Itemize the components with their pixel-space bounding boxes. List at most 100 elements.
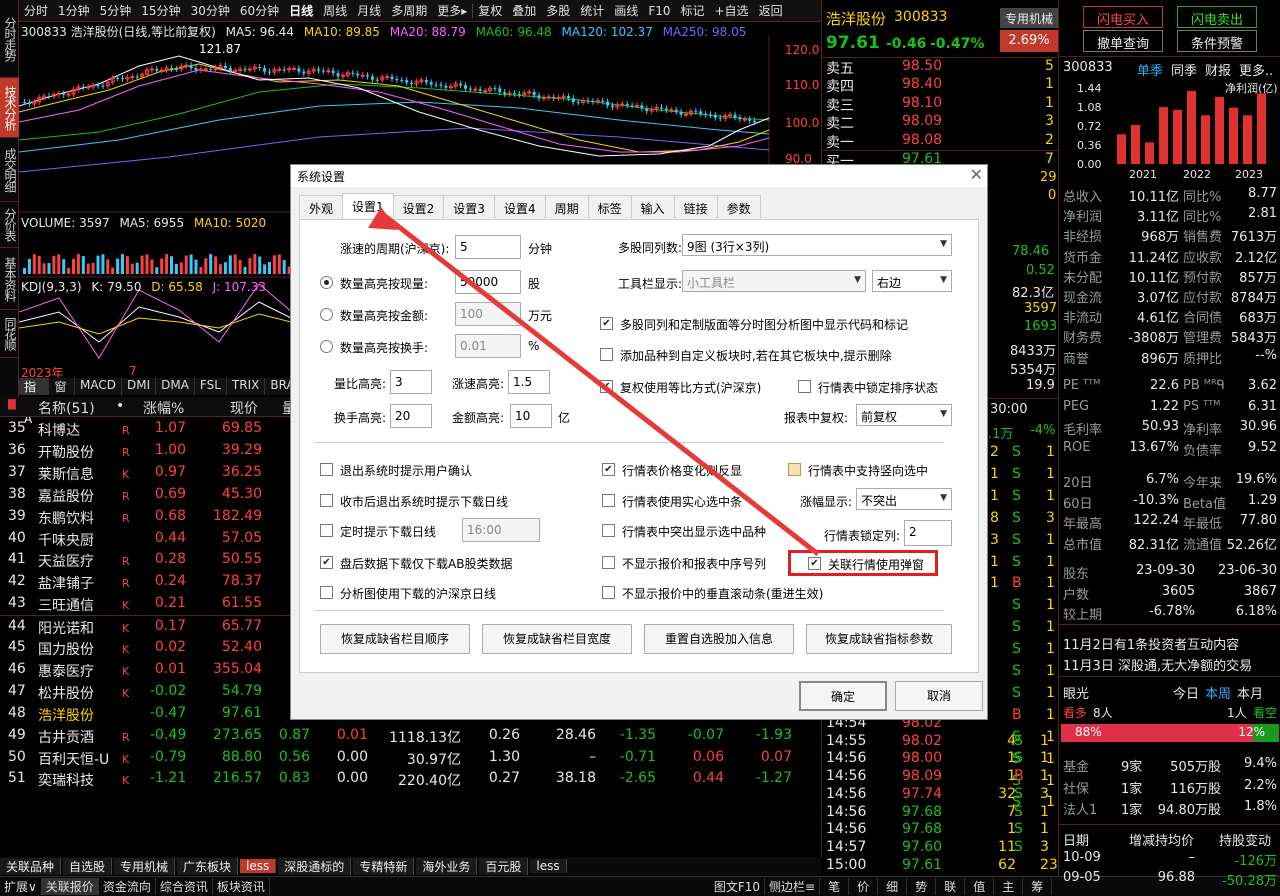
- news-2[interactable]: 11月3日 深股通,无大净额的交易: [1063, 655, 1252, 674]
- ask-level[interactable]: 卖四 98.40 1: [822, 76, 1059, 95]
- ask-level[interactable]: 卖三 98.10 1: [822, 95, 1059, 114]
- tb-5min[interactable]: 5分钟: [95, 2, 137, 19]
- st-sidebar[interactable]: 侧边栏≡: [765, 878, 821, 895]
- tb-monthly[interactable]: 月线: [352, 2, 386, 19]
- radio-by-turnover[interactable]: [320, 340, 333, 353]
- subtab-trix[interactable]: TRIX: [227, 378, 266, 395]
- st-related-quote[interactable]: 关联报价: [41, 878, 99, 895]
- tab-period[interactable]: 周期: [544, 195, 589, 218]
- col-price[interactable]: 现价: [230, 398, 258, 418]
- news-1[interactable]: 11月2日有1条投资者互动内容: [1063, 634, 1239, 653]
- subtab-fsl[interactable]: FSL: [195, 378, 227, 395]
- st-news[interactable]: 综合资讯: [156, 878, 213, 895]
- c4-checkbox[interactable]: [798, 380, 811, 393]
- ask-level[interactable]: 卖二 98.09 3: [822, 113, 1059, 132]
- st-shi[interactable]: 势: [907, 878, 937, 895]
- o4-checkbox[interactable]: ✔: [320, 556, 333, 569]
- st-zhi[interactable]: 值: [965, 878, 995, 895]
- table-row[interactable]: 50 百利天恒-U K -0.79 88.80 0.56 0.00 30.97亿 1.30 – -0…: [0, 747, 821, 769]
- vtab-price-table[interactable]: 分价表: [0, 202, 19, 248]
- vtab-ths[interactable]: 同花顺: [0, 310, 19, 358]
- btab-overseas[interactable]: 海外业务: [416, 857, 478, 875]
- radio-by-volume[interactable]: [320, 276, 333, 289]
- tab-settings1[interactable]: 设置1: [342, 193, 394, 218]
- n1-checkbox[interactable]: [788, 463, 801, 476]
- col-name[interactable]: 名称(51): [38, 398, 95, 418]
- btab-machinery[interactable]: 专用机械: [114, 857, 176, 875]
- tab-links[interactable]: 链接: [673, 195, 718, 218]
- tb-multi[interactable]: 多周期: [386, 2, 432, 19]
- reset-col-order-button[interactable]: 恢复成缺省栏目顺序: [320, 624, 470, 654]
- view-tab-today[interactable]: 今日: [1173, 683, 1199, 702]
- subtab-window[interactable]: 窗口: [49, 378, 75, 411]
- tab-settings2[interactable]: 设置2: [392, 195, 445, 218]
- o3-time-input[interactable]: 16:00: [462, 518, 540, 542]
- c2-checkbox[interactable]: [600, 348, 613, 361]
- st-bi[interactable]: 笔: [820, 878, 850, 895]
- lbr-input[interactable]: 3: [390, 370, 432, 394]
- vtab-timeshare[interactable]: 分时走势: [0, 0, 19, 78]
- subtab-macd[interactable]: MACD: [75, 378, 122, 395]
- m2-checkbox[interactable]: [602, 494, 615, 507]
- st-capital-flow[interactable]: 资金流向: [99, 878, 156, 895]
- st-zhu[interactable]: 主: [994, 878, 1024, 895]
- tb-1min[interactable]: 1分钟: [53, 2, 95, 19]
- fin-tab-report[interactable]: 财报: [1205, 60, 1231, 79]
- tb-fenshi[interactable]: 分时: [19, 2, 53, 19]
- view-tab-month[interactable]: 本月: [1237, 683, 1263, 702]
- radio-by-amount[interactable]: [320, 308, 333, 321]
- tb-multistock[interactable]: 多股: [541, 2, 575, 19]
- tb-overlay[interactable]: 叠加: [507, 2, 541, 19]
- flash-buy-button[interactable]: 闪电买入: [1083, 6, 1163, 28]
- hs-input[interactable]: 20: [390, 404, 432, 428]
- o5-checkbox[interactable]: [320, 586, 333, 599]
- fin-tab-quarter[interactable]: 单季: [1137, 60, 1163, 79]
- multi-select[interactable]: 9图 (3行×3列) ▼: [682, 234, 952, 256]
- tb-60min[interactable]: 60分钟: [235, 2, 284, 19]
- vtab-detail[interactable]: 成交明细: [0, 138, 19, 202]
- tb-fuquan[interactable]: 复权: [473, 2, 507, 19]
- view-tab-week[interactable]: 本周: [1205, 683, 1231, 702]
- col-chg[interactable]: 涨幅%: [143, 398, 184, 418]
- tab-settings3[interactable]: 设置3: [443, 195, 495, 218]
- reset-fav-info-button[interactable]: 重置自选股加入信息: [644, 624, 794, 654]
- reset-col-width-button[interactable]: 恢复成缺省栏目宽度: [482, 624, 632, 654]
- tb-stats[interactable]: 统计: [575, 2, 609, 19]
- fin-tab-more[interactable]: 更多..: [1239, 60, 1273, 79]
- je-input[interactable]: 10: [510, 404, 552, 428]
- tb-weekly[interactable]: 周线: [318, 2, 352, 19]
- ok-button[interactable]: 确定: [799, 681, 887, 711]
- st-extend[interactable]: 扩展∨: [0, 878, 42, 895]
- tb-f10[interactable]: F10: [643, 4, 675, 18]
- zs-input[interactable]: 1.5: [508, 370, 550, 394]
- reset-ind-params-button[interactable]: 恢复成缺省指标参数: [806, 624, 952, 654]
- fq-select[interactable]: 前复权 ▼: [856, 404, 952, 426]
- o1-checkbox[interactable]: [320, 463, 333, 476]
- tb-15min[interactable]: 15分钟: [136, 2, 185, 19]
- m3-checkbox[interactable]: [602, 524, 615, 537]
- o3-checkbox[interactable]: [320, 524, 333, 537]
- tab-appearance[interactable]: 外观: [299, 195, 344, 218]
- tb-daily[interactable]: 日线: [284, 2, 318, 19]
- btab-hundred[interactable]: 百元股: [479, 857, 529, 875]
- cancel-query-button[interactable]: 撤单查询: [1083, 30, 1163, 52]
- tb-draw[interactable]: 画线: [609, 2, 643, 19]
- btab-favorites[interactable]: 自选股: [63, 857, 113, 875]
- tab-input[interactable]: 输入: [630, 195, 675, 218]
- r1-input[interactable]: 50000: [455, 270, 521, 294]
- btab-less-1[interactable]: less: [240, 859, 277, 873]
- tab-settings4[interactable]: 设置4: [493, 195, 546, 218]
- fin-tab-yoy[interactable]: 同季: [1171, 60, 1197, 79]
- subtab-ind-a[interactable]: 指标A: [19, 378, 50, 426]
- lock-input[interactable]: 2: [904, 520, 952, 546]
- r2-input[interactable]: 100: [455, 302, 521, 326]
- collapse-icon[interactable]: ▇: [8, 399, 16, 410]
- tb-30min[interactable]: 30分钟: [186, 2, 235, 19]
- table-row[interactable]: 49 古井贡酒 R -0.49 273.65 0.87 0.01 1118.13亿 0.26 28…: [0, 725, 821, 747]
- st-lian[interactable]: 联: [936, 878, 966, 895]
- tb-back[interactable]: 返回: [754, 2, 788, 19]
- sector-button[interactable]: 专用机械: [1000, 8, 1058, 28]
- ask-level[interactable]: 卖一 98.08 2: [822, 132, 1059, 151]
- btab-guangdong[interactable]: 广东板块: [177, 857, 239, 875]
- st-block-news[interactable]: 板块资讯: [213, 878, 270, 895]
